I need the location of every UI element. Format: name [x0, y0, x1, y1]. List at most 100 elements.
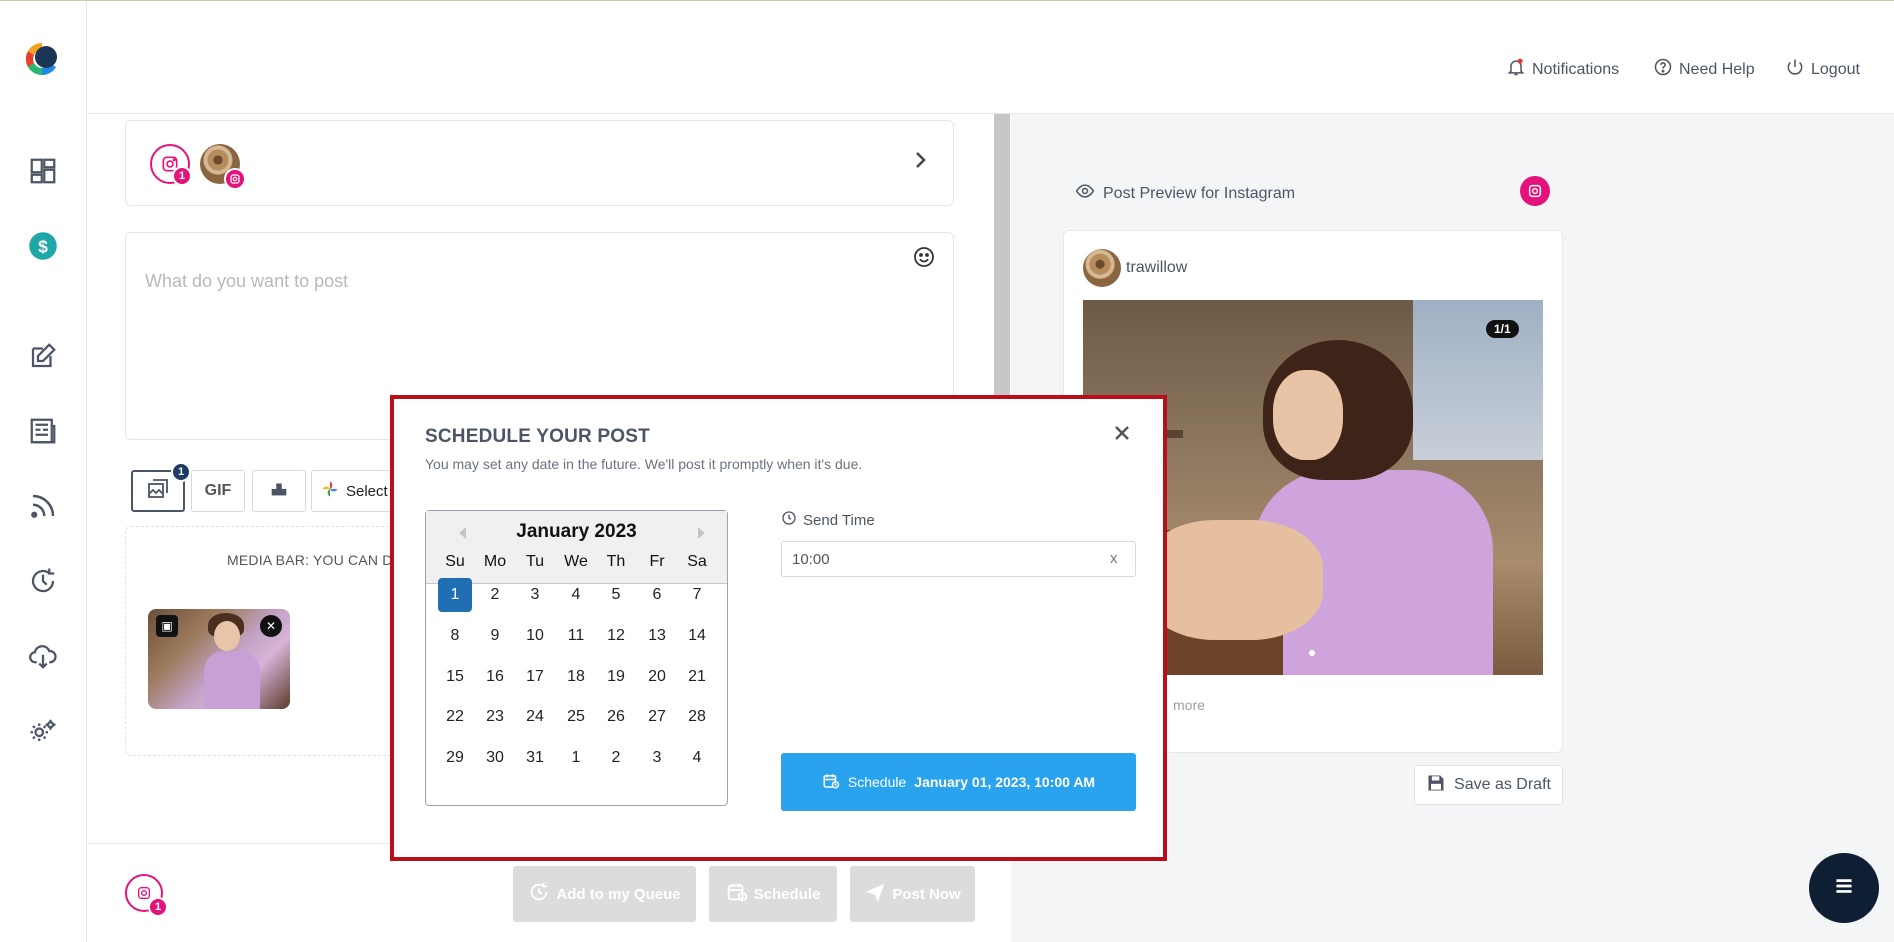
calendar-day[interactable]: 11: [559, 619, 593, 653]
calendar-day[interactable]: 3: [640, 741, 674, 775]
calendar-day[interactable]: 15: [438, 660, 472, 694]
calendar-day[interactable]: 26: [599, 700, 633, 734]
clear-time-button[interactable]: x: [1110, 550, 1118, 567]
schedule-confirm-label: Schedule: [847, 774, 907, 790]
calendar-day[interactable]: 19: [599, 660, 633, 694]
help-icon: [1653, 57, 1673, 82]
calendar-day[interactable]: 21: [680, 660, 714, 694]
notifications-label: Notifications: [1532, 60, 1620, 78]
schedule-confirm-button[interactable]: Schedule January 01, 2023, 10:00 AM: [781, 753, 1136, 811]
calendar-day[interactable]: 1: [438, 578, 472, 612]
close-icon[interactable]: [1110, 421, 1134, 445]
emoji-icon[interactable]: [912, 245, 936, 269]
calendar-day[interactable]: 30: [478, 741, 512, 775]
more-link[interactable]: more: [1173, 697, 1205, 713]
preview-title-label: Post Preview for Instagram: [1103, 184, 1296, 202]
upload-button[interactable]: [252, 470, 306, 512]
carousel-dot: [1309, 650, 1315, 656]
calendar-day[interactable]: 17: [518, 660, 552, 694]
eye-icon: [1075, 181, 1095, 206]
calendar-day[interactable]: 8: [438, 619, 472, 653]
calendar-day[interactable]: 24: [518, 700, 552, 734]
hamburger-icon: [1831, 873, 1857, 904]
calendar-day[interactable]: 7: [680, 578, 714, 612]
image-icon: [146, 477, 170, 506]
calendar-day[interactable]: 22: [438, 700, 472, 734]
rss-icon[interactable]: [27, 490, 59, 522]
menu-fab-button[interactable]: [1809, 853, 1879, 923]
send-time-input[interactable]: [781, 541, 1136, 577]
modal-subtitle: You may set any date in the future. We'l…: [425, 456, 863, 472]
calendar-day[interactable]: 25: [559, 700, 593, 734]
calendar-clock-icon: [726, 881, 748, 907]
queue-icon: [528, 881, 550, 907]
calendar-day[interactable]: 29: [438, 741, 472, 775]
google-photos-button[interactable]: Select f: [311, 470, 399, 512]
bottom-account-badge: 1: [148, 897, 168, 917]
compose-icon[interactable]: [27, 340, 59, 372]
calendar-day[interactable]: 3: [518, 578, 552, 612]
panel-splitter[interactable]: [994, 114, 1010, 414]
calendar-day[interactable]: 6: [640, 578, 674, 612]
calendar-day[interactable]: 10: [518, 619, 552, 653]
logout-link[interactable]: Logout: [1785, 57, 1860, 82]
top-header: [88, 1, 1894, 114]
calendar-day[interactable]: 28: [680, 700, 714, 734]
add-to-queue-label: Add to my Queue: [556, 885, 681, 903]
chevron-right-icon[interactable]: [908, 148, 932, 172]
app-logo[interactable]: [22, 39, 62, 79]
weekday-label: Tu: [525, 553, 545, 570]
dashboard-icon[interactable]: [27, 155, 59, 187]
send-time-text: Send Time: [803, 511, 875, 529]
weekday-label: We: [564, 553, 588, 570]
edit-image-icon[interactable]: ▣: [156, 615, 178, 637]
calendar-day[interactable]: 4: [559, 578, 593, 612]
calendar-day[interactable]: 27: [640, 700, 674, 734]
next-month-icon[interactable]: [693, 524, 709, 542]
calendar-day[interactable]: 2: [478, 578, 512, 612]
instagram-icon[interactable]: [1520, 176, 1550, 206]
schedule-bottom-label: Schedule: [753, 885, 821, 903]
account-count-badge: 1: [172, 166, 192, 186]
remove-media-icon[interactable]: ✕: [260, 615, 282, 637]
recycle-icon[interactable]: [27, 565, 59, 597]
help-link[interactable]: Need Help: [1653, 57, 1755, 82]
gif-button[interactable]: GIF: [191, 470, 245, 512]
calendar-day[interactable]: 12: [599, 619, 633, 653]
settings-icon[interactable]: [27, 715, 59, 747]
weekday-label: Mo: [483, 553, 507, 570]
save-icon: [1426, 773, 1446, 798]
calendar-day[interactable]: 5: [599, 578, 633, 612]
add-to-queue-button[interactable]: Add to my Queue: [513, 866, 696, 922]
posts-icon[interactable]: [27, 415, 59, 447]
calendar-day[interactable]: 31: [518, 741, 552, 775]
calendar-day[interactable]: 9: [478, 619, 512, 653]
save-draft-button[interactable]: Save as Draft: [1414, 765, 1563, 805]
calendar-day[interactable]: 18: [559, 660, 593, 694]
calendar-day[interactable]: 13: [640, 619, 674, 653]
google-photos-icon: [320, 479, 340, 503]
carousel-counter: 1/1: [1486, 320, 1519, 338]
calendar-month-label: January 2023: [516, 521, 637, 542]
calendar-day[interactable]: 14: [680, 619, 714, 653]
accounts-selector[interactable]: [125, 120, 954, 206]
weekday-label: Th: [606, 553, 626, 570]
calendar-day[interactable]: 4: [680, 741, 714, 775]
gif-label: GIF: [204, 482, 232, 499]
calendar-day[interactable]: 2: [599, 741, 633, 775]
schedule-bottom-button[interactable]: Schedule: [709, 866, 837, 922]
calendar-day[interactable]: 1: [559, 741, 593, 775]
calendar-day[interactable]: 16: [478, 660, 512, 694]
cloud-download-icon[interactable]: [27, 640, 59, 672]
send-time-value: 10:00: [792, 551, 830, 568]
weekday-label: Su: [445, 553, 465, 570]
compose-placeholder: What do you want to post: [145, 271, 349, 291]
post-now-button[interactable]: Post Now: [850, 866, 975, 922]
calendar-day[interactable]: 23: [478, 700, 512, 734]
logout-label: Logout: [1811, 60, 1860, 78]
select-label: Select f: [346, 482, 397, 500]
media-thumbnail[interactable]: ▣ ✕: [148, 609, 290, 709]
billing-icon[interactable]: $: [27, 230, 59, 262]
notifications-link[interactable]: Notifications: [1506, 57, 1619, 82]
calendar-day[interactable]: 20: [640, 660, 674, 694]
